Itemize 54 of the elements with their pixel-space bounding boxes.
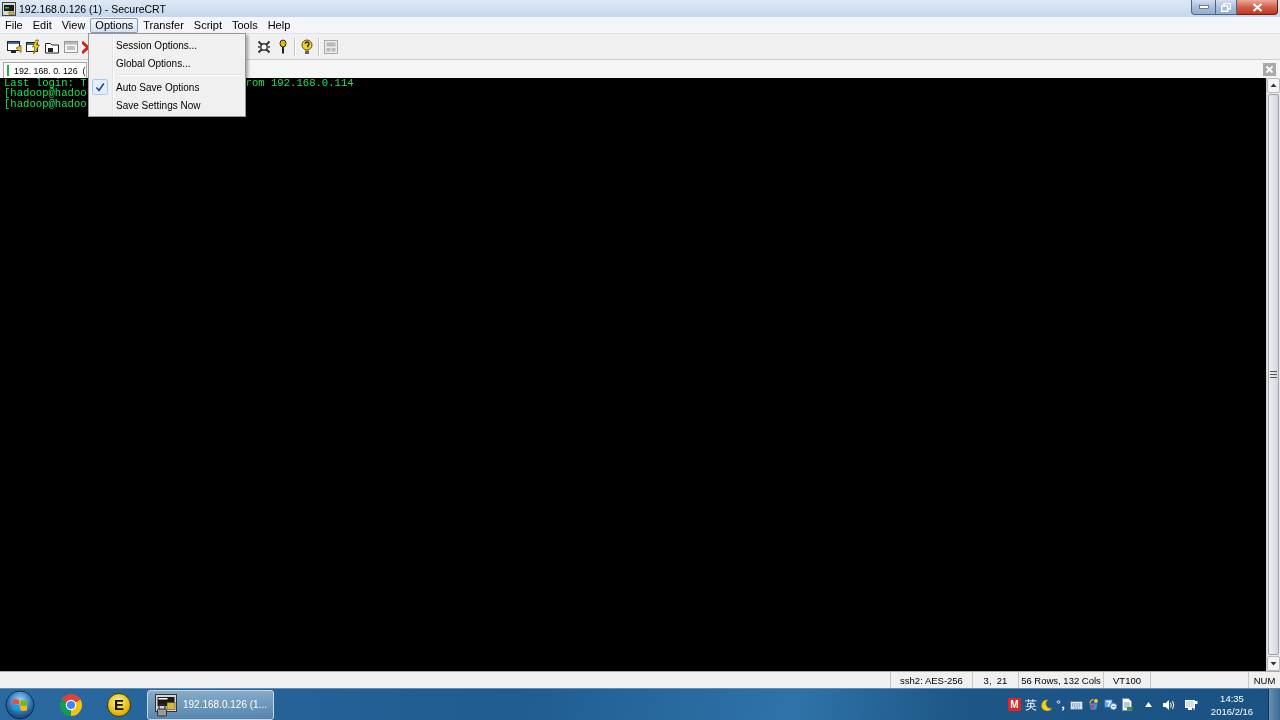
terminal-text: rom 192.168.0.114	[245, 78, 354, 89]
scroll-thumb[interactable]	[1268, 94, 1279, 655]
moon-icon[interactable]	[1041, 698, 1052, 711]
speaker-icon[interactable]	[1162, 698, 1175, 711]
terminal-text: [hadoop@hadoo	[4, 98, 87, 110]
menu-item[interactable]: File	[0, 17, 28, 33]
app-icon	[2, 1, 16, 16]
restore-button[interactable]	[1216, 0, 1237, 15]
browser-icon[interactable]	[59, 692, 83, 717]
input-mode-text[interactable]: 英	[1025, 697, 1037, 712]
menu-item[interactable]: View	[56, 17, 91, 33]
up-arrow-icon[interactable]	[1145, 702, 1152, 707]
grip-icon	[1270, 371, 1277, 378]
scrollbar[interactable]	[1266, 78, 1280, 671]
menu-item[interactable]: Help	[262, 17, 296, 33]
menu-item[interactable]: Script	[188, 17, 227, 33]
connection-indicator-icon	[7, 65, 9, 76]
menu-item[interactable]: Session Options...	[91, 36, 243, 54]
document-icon[interactable]	[1121, 698, 1133, 711]
monitor-icon[interactable]	[6, 38, 22, 55]
terminal-text: [hadoop@hadoo	[4, 88, 87, 99]
show-desktop-button[interactable]	[1268, 689, 1280, 720]
network-icon[interactable]	[1185, 698, 1198, 711]
help-icon[interactable]	[299, 38, 315, 55]
menu-item[interactable]: Edit	[27, 17, 57, 33]
tray-app-icon[interactable]	[1104, 698, 1117, 711]
scroll-up-button[interactable]	[1267, 78, 1280, 93]
terminal-text: Last login: T	[4, 78, 87, 89]
logo-icon[interactable]: M	[1008, 698, 1021, 711]
minimize-icon	[1198, 5, 1209, 9]
start-orb-icon[interactable]	[5, 689, 35, 720]
menu-item[interactable]: Transfer	[138, 17, 189, 33]
clock-date[interactable]: 2016/2/16	[1210, 704, 1254, 718]
restore-icon	[1221, 2, 1231, 12]
window-title: 192.168.0.126 (1) - SecureCRT	[19, 2, 166, 15]
menu-item[interactable]: Options	[90, 17, 139, 33]
app-logo-icon[interactable]: E	[107, 692, 131, 717]
lightning-window-icon[interactable]	[25, 38, 41, 55]
clock-time[interactable]: 14:35	[1220, 691, 1244, 705]
menu-item[interactable]: Tools	[226, 17, 263, 33]
session-tab[interactable]: 192. 168. 0. 126 (	[3, 62, 88, 78]
cross-icon[interactable]	[82, 38, 88, 55]
keyboard-icon[interactable]	[1070, 698, 1083, 711]
menu-item[interactable]: Auto Save Options	[91, 78, 243, 96]
punctuation-icon[interactable]	[1056, 698, 1066, 711]
close-button[interactable]	[1237, 0, 1278, 15]
close-icon	[1251, 2, 1263, 12]
menu-item[interactable]: Global Options...	[91, 54, 243, 72]
minimize-button[interactable]	[1191, 0, 1216, 15]
terminal-lock-icon	[154, 692, 178, 717]
basket-icon[interactable]	[1087, 698, 1100, 711]
scroll-down-button[interactable]	[1267, 656, 1280, 671]
menu-item[interactable]: Save Settings Now	[91, 96, 243, 114]
crossed-tools-icon[interactable]	[256, 38, 272, 55]
